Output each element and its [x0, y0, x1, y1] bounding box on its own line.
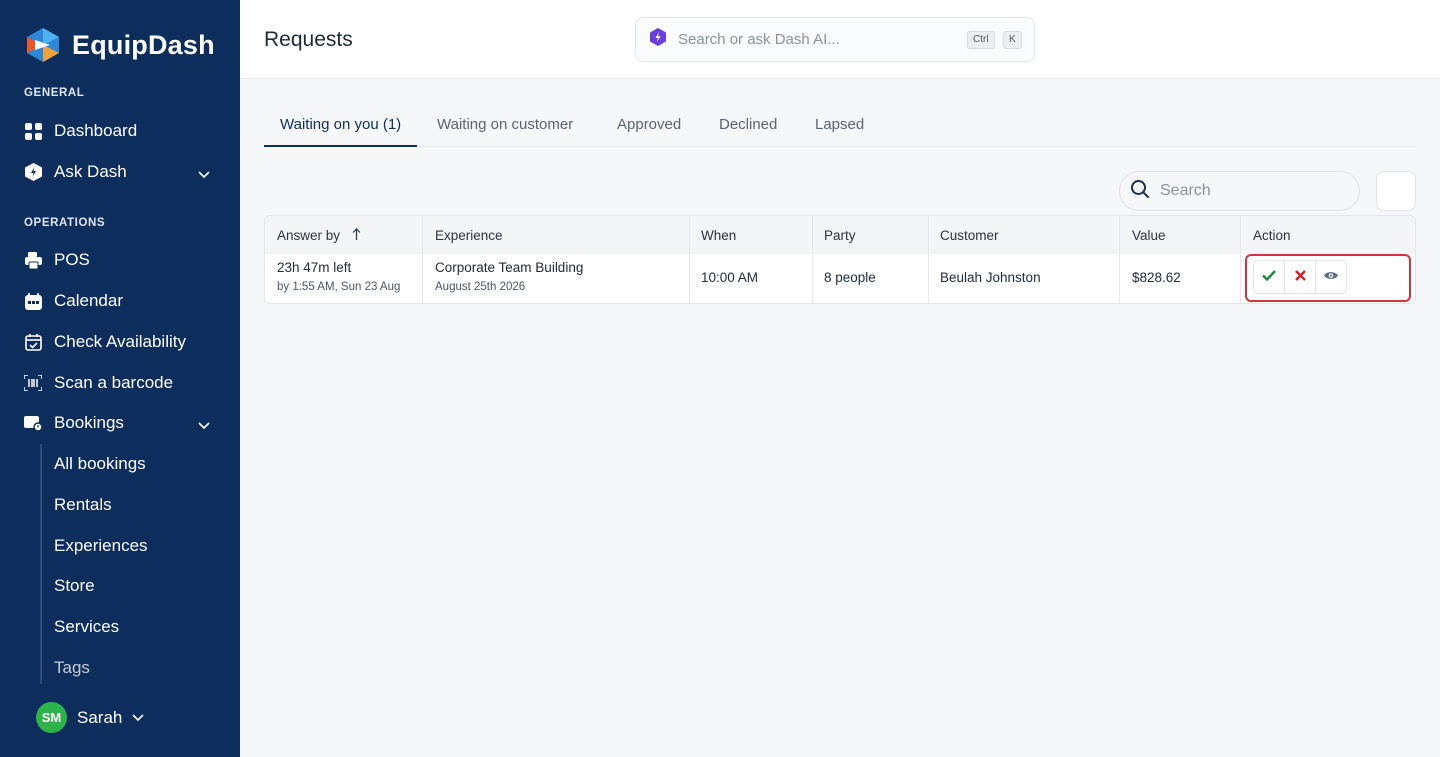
sidebar-item-check-availability[interactable]: Check Availability [24, 326, 216, 358]
cell-when: 10:00 AM [701, 270, 759, 285]
global-search-input[interactable]: Search or ask Dash AI... Ctrl K [635, 17, 1035, 62]
sidebar-item-label: Ask Dash [54, 162, 127, 181]
global-search-placeholder: Search or ask Dash AI... [678, 31, 840, 48]
cell-experience: Corporate Team Building [435, 260, 584, 275]
app-name: EquipDash [72, 29, 215, 60]
filter-button[interactable] [1376, 171, 1416, 211]
page-title: Requests [264, 28, 353, 51]
chevron-down-icon [198, 164, 210, 184]
table-search-input[interactable]: Search [1119, 171, 1360, 211]
col-customer: Customer [940, 228, 999, 243]
approve-button[interactable] [1253, 260, 1285, 294]
sidebar-item-dashboard[interactable]: Dashboard [24, 115, 216, 147]
hex-bolt-icon [24, 163, 42, 181]
tab-declined[interactable]: Declined [719, 116, 777, 133]
close-icon [1294, 268, 1306, 286]
sidebar-subitem-all-bookings[interactable]: All bookings [54, 454, 146, 474]
cell-answer-by-deadline: by 1:55 AM, Sun 23 Aug [277, 281, 401, 293]
cell-value: $828.62 [1132, 270, 1181, 285]
dash-ai-icon [650, 28, 666, 51]
col-answer-by[interactable]: Answer by [277, 228, 361, 243]
sidebar-item-label: POS [54, 250, 90, 269]
sidebar-item-ask-dash[interactable]: Ask Dash [24, 156, 216, 188]
top-header: Requests Search or ask Dash AI... Ctrl K [240, 0, 1440, 79]
calendar-icon [24, 292, 42, 310]
cell-experience-date: August 25th 2026 [435, 281, 526, 293]
shortcut-key-k: K [1003, 31, 1022, 49]
column-divider [812, 216, 813, 303]
col-when: When [701, 228, 737, 243]
equipdash-logo-icon [24, 26, 62, 64]
sidebar-subitem-rentals[interactable]: Rentals [54, 495, 112, 515]
cell-answer-by: 23h 47m left [277, 260, 352, 275]
shortcut-key-ctrl: Ctrl [967, 31, 995, 49]
bookings-icon [24, 414, 42, 432]
eye-icon [1323, 268, 1339, 286]
avatar: SM [36, 702, 67, 733]
search-icon [1130, 179, 1150, 204]
section-label-general: GENERAL [24, 87, 85, 99]
tab-approved[interactable]: Approved [617, 116, 681, 133]
chevron-down-icon [132, 709, 144, 727]
cell-customer: Beulah Johnston [940, 270, 1041, 285]
sort-ascending-icon [352, 228, 361, 243]
sidebar-item-scan-barcode[interactable]: Scan a barcode [24, 367, 216, 399]
submenu-rail [40, 444, 42, 684]
column-divider [689, 216, 690, 303]
grid-icon [24, 122, 42, 140]
cell-party: 8 people [824, 270, 876, 285]
tab-waiting-on-you[interactable]: Waiting on you (1) [280, 116, 401, 133]
barcode-icon [24, 374, 42, 392]
col-experience: Experience [435, 228, 503, 243]
sidebar-item-calendar[interactable]: Calendar [24, 285, 216, 317]
app-logo[interactable]: EquipDash [24, 26, 215, 64]
sidebar-subitem-services[interactable]: Services [54, 617, 119, 637]
decline-button[interactable] [1284, 260, 1316, 294]
sidebar-item-pos[interactable]: POS [24, 244, 216, 276]
tab-waiting-on-customer[interactable]: Waiting on customer [437, 116, 573, 133]
col-action: Action [1253, 228, 1291, 243]
table-search-placeholder: Search [1160, 182, 1211, 199]
requests-table: Answer by Experience When Party Customer… [264, 215, 1416, 304]
sidebar-item-label: Bookings [54, 413, 124, 432]
column-divider [422, 216, 423, 303]
chevron-down-icon [198, 415, 210, 435]
active-tab-indicator [264, 145, 417, 147]
table-header: Answer by Experience When Party Customer… [265, 216, 1415, 254]
sidebar: EquipDash GENERAL Dashboard Ask Dash OPE… [0, 0, 240, 757]
tab-lapsed[interactable]: Lapsed [815, 116, 864, 133]
sidebar-subitem-tags[interactable]: Tags [54, 658, 90, 678]
sidebar-item-label: Scan a barcode [54, 373, 174, 392]
sidebar-subitem-experiences[interactable]: Experiences [54, 536, 148, 556]
request-tabs: Waiting on you (1) Waiting on customer A… [264, 104, 1416, 147]
sidebar-subitem-store[interactable]: Store [54, 576, 95, 596]
checkmark-icon [1262, 268, 1276, 286]
section-label-operations: OPERATIONS [24, 217, 106, 229]
column-divider [1119, 216, 1120, 303]
user-name: Sarah [77, 707, 123, 727]
sidebar-item-label: Calendar [54, 291, 123, 310]
view-button[interactable] [1315, 260, 1347, 294]
column-divider [1240, 216, 1241, 303]
sidebar-item-bookings[interactable]: Bookings [24, 407, 216, 439]
column-divider [928, 216, 929, 303]
user-menu[interactable]: SM Sarah [36, 702, 144, 733]
printer-icon [24, 251, 42, 269]
col-party: Party [824, 228, 856, 243]
calendar-check-icon [24, 333, 42, 351]
sidebar-item-label: Check Availability [54, 332, 186, 351]
col-value: Value [1132, 228, 1166, 243]
sidebar-item-label: Dashboard [54, 121, 138, 140]
